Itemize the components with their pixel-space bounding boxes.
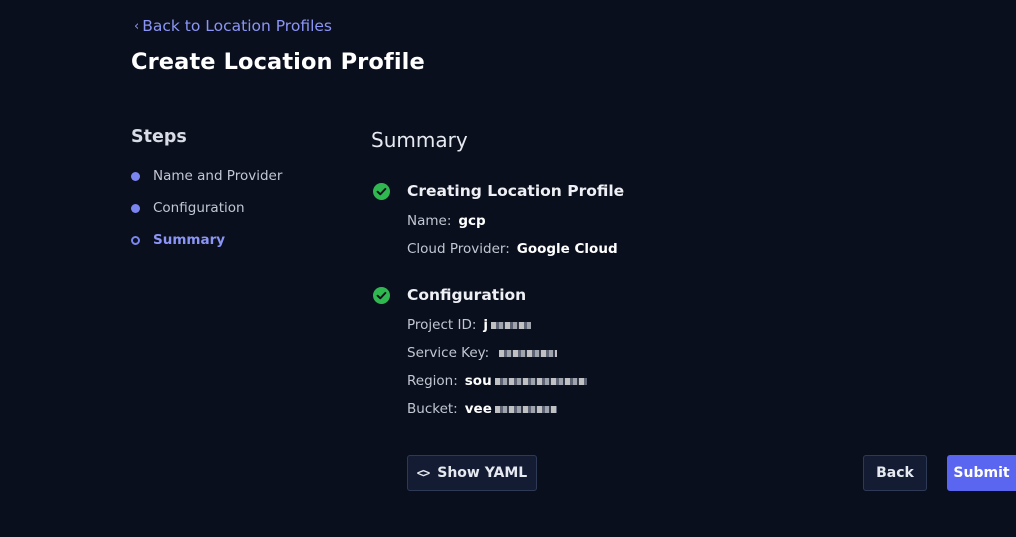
chevron-left-icon: ‹ — [134, 18, 140, 34]
field-value: Google Cloud — [516, 241, 618, 257]
page-title: Create Location Profile — [131, 49, 425, 75]
redacted-value — [494, 405, 557, 413]
create-location-profile-page: ‹ Back to Location Profiles Create Locat… — [0, 0, 1016, 537]
redacted-value — [499, 349, 558, 357]
step-label: Name and Provider — [153, 168, 283, 184]
field-value: gcp — [458, 213, 486, 229]
summary-section-location-profile: Creating Location Profile Name: gcp Clou… — [371, 179, 624, 263]
field-key: Cloud Provider: — [407, 241, 510, 257]
field-project-id: Project ID: j — [407, 311, 587, 339]
field-name: Name: gcp — [407, 207, 624, 235]
field-key: Bucket: — [407, 401, 458, 417]
field-service-key: Service Key: — [407, 339, 587, 367]
redacted-value — [494, 377, 587, 385]
steps-list: Name and Provider Configuration Summary — [131, 160, 282, 256]
summary-section-configuration: Configuration Project ID: j Service Key:… — [371, 283, 587, 423]
back-to-location-profiles-link[interactable]: ‹ Back to Location Profiles — [134, 17, 332, 35]
field-region: Region: sou — [407, 367, 587, 395]
show-yaml-button[interactable]: <> Show YAML — [407, 455, 537, 491]
back-link-label: Back to Location Profiles — [142, 17, 333, 35]
field-key: Region: — [407, 373, 458, 389]
section-title: Creating Location Profile — [407, 182, 625, 200]
field-value: sou — [464, 373, 492, 389]
field-value: j — [483, 317, 489, 333]
step-complete-dot-icon — [131, 171, 140, 181]
redacted-value — [491, 321, 532, 329]
field-key: Service Key: — [407, 345, 490, 361]
field-cloud-provider: Cloud Provider: Google Cloud — [407, 235, 624, 263]
step-label: Summary — [153, 232, 226, 248]
step-label: Configuration — [153, 200, 245, 216]
step-active-ring-icon — [131, 235, 140, 245]
code-icon: <> — [416, 466, 430, 480]
field-bucket: Bucket: vee — [407, 395, 587, 423]
check-circle-icon — [372, 182, 390, 200]
check-circle-icon — [372, 286, 390, 304]
step-summary[interactable]: Summary — [131, 224, 282, 256]
section-title: Configuration — [407, 286, 527, 304]
steps-heading: Steps — [131, 127, 187, 147]
field-value: vee — [464, 401, 492, 417]
back-button[interactable]: Back — [863, 455, 927, 491]
submit-button[interactable]: Submit — [947, 455, 1016, 491]
field-key: Project ID: — [407, 317, 477, 333]
field-key: Name: — [407, 213, 452, 229]
step-configuration[interactable]: Configuration — [131, 192, 282, 224]
show-yaml-label: Show YAML — [437, 465, 528, 481]
summary-heading: Summary — [371, 128, 468, 152]
step-complete-dot-icon — [131, 203, 140, 213]
step-name-and-provider[interactable]: Name and Provider — [131, 160, 282, 192]
